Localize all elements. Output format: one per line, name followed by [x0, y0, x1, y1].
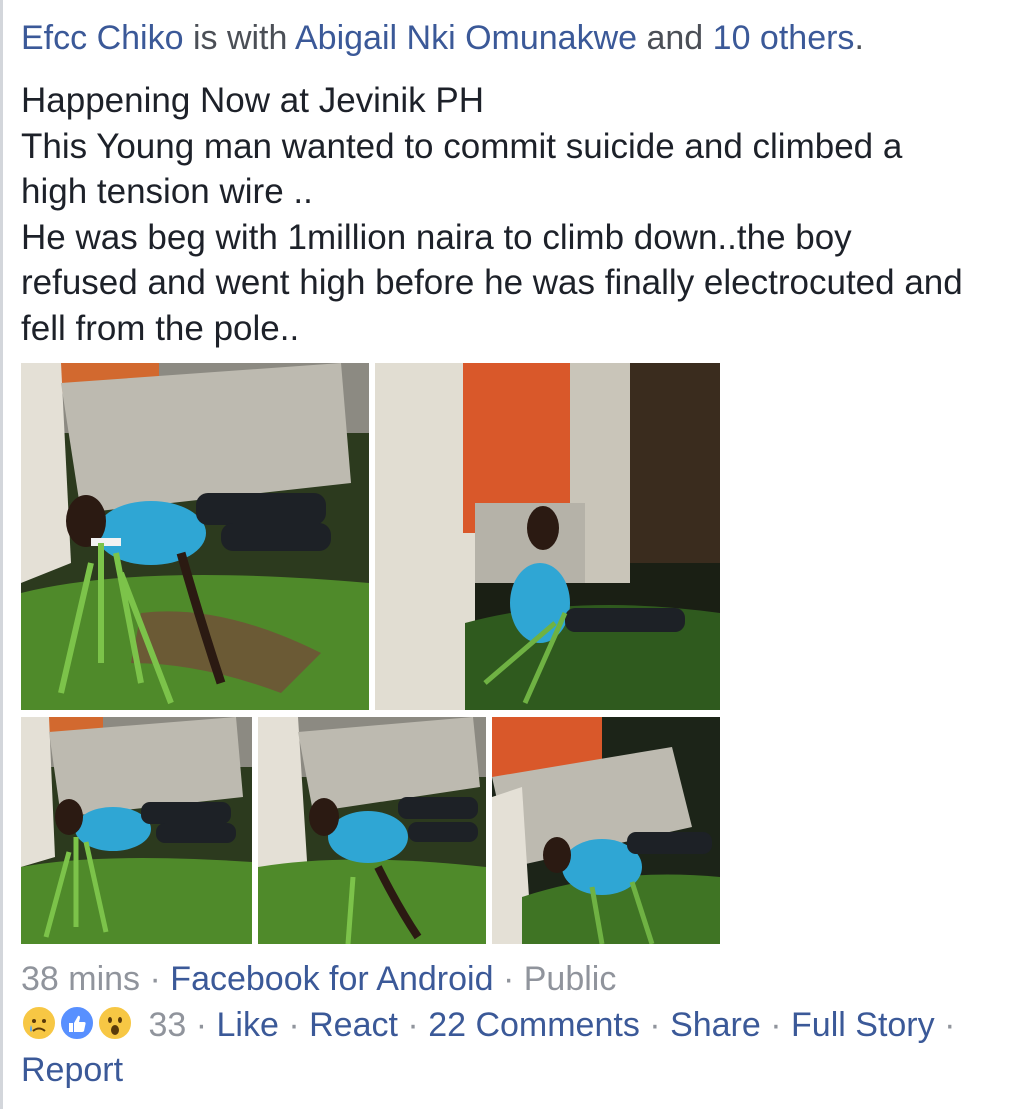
- post-actions: 33 · Like · React · 22 Comments · Share …: [21, 1003, 1026, 1093]
- separator: ·: [407, 1006, 419, 1044]
- post-text-line: high tension wire ..: [21, 172, 313, 211]
- post-left-border: [0, 0, 3, 1109]
- reaction-count[interactable]: 33: [148, 1006, 186, 1044]
- photo-5[interactable]: [492, 717, 720, 944]
- photo-3[interactable]: [21, 717, 252, 944]
- report-link[interactable]: Report: [21, 1051, 123, 1089]
- and-text: and: [646, 19, 704, 57]
- post-body: Happening Now at Jevinik PH This Young m…: [21, 78, 1021, 351]
- photo-2[interactable]: [375, 363, 720, 710]
- photo-4[interactable]: [258, 717, 486, 944]
- sad-reaction-icon: [21, 1005, 57, 1041]
- like-link[interactable]: Like: [217, 1006, 279, 1044]
- photo-3-image: [21, 717, 252, 944]
- post-text-line: This Young man wanted to commit suicide …: [21, 126, 903, 166]
- share-link[interactable]: Share: [670, 1006, 761, 1044]
- separator: ·: [649, 1006, 661, 1044]
- photo-1[interactable]: [21, 363, 369, 710]
- full-story-link[interactable]: Full Story: [791, 1006, 935, 1044]
- with-text: is with: [192, 19, 288, 57]
- post-meta: 38 mins · Facebook for Android · Public: [21, 958, 616, 1000]
- separator: ·: [770, 1006, 782, 1044]
- reactions-summary[interactable]: [21, 1004, 139, 1042]
- photo-2-image: [375, 363, 720, 710]
- separator: ·: [195, 1006, 208, 1044]
- separator: ·: [288, 1006, 300, 1044]
- tagged-person-link[interactable]: Abigail Nki Omunakwe: [295, 19, 637, 57]
- photo-5-image: [492, 717, 720, 944]
- photo-1-image: [21, 363, 369, 710]
- separator: ·: [149, 960, 161, 998]
- wow-reaction-icon: [97, 1005, 133, 1041]
- privacy-label: Public: [523, 960, 617, 998]
- author-link[interactable]: Efcc Chiko: [21, 19, 184, 57]
- post-text-line: fell from the pole..: [21, 308, 300, 348]
- like-reaction-icon: [59, 1005, 95, 1041]
- post-text-line: He was beg with 1million naira to climb …: [21, 217, 852, 257]
- separator: ·: [944, 1006, 956, 1044]
- post-time[interactable]: 38 mins: [21, 960, 140, 998]
- header-period: .: [854, 19, 864, 57]
- post-text-line: Happening Now at Jevinik PH: [21, 81, 485, 120]
- source-link[interactable]: Facebook for Android: [170, 960, 493, 998]
- react-link[interactable]: React: [309, 1006, 398, 1044]
- comments-link[interactable]: 22 Comments: [428, 1006, 640, 1044]
- post-text-line: refused and went high before he was fina…: [21, 263, 963, 302]
- separator: ·: [502, 960, 515, 998]
- others-link[interactable]: 10 others: [713, 19, 855, 57]
- post-header: Efcc Chiko is with Abigail Nki Omunakwe …: [21, 18, 864, 58]
- photo-4-image: [258, 717, 486, 944]
